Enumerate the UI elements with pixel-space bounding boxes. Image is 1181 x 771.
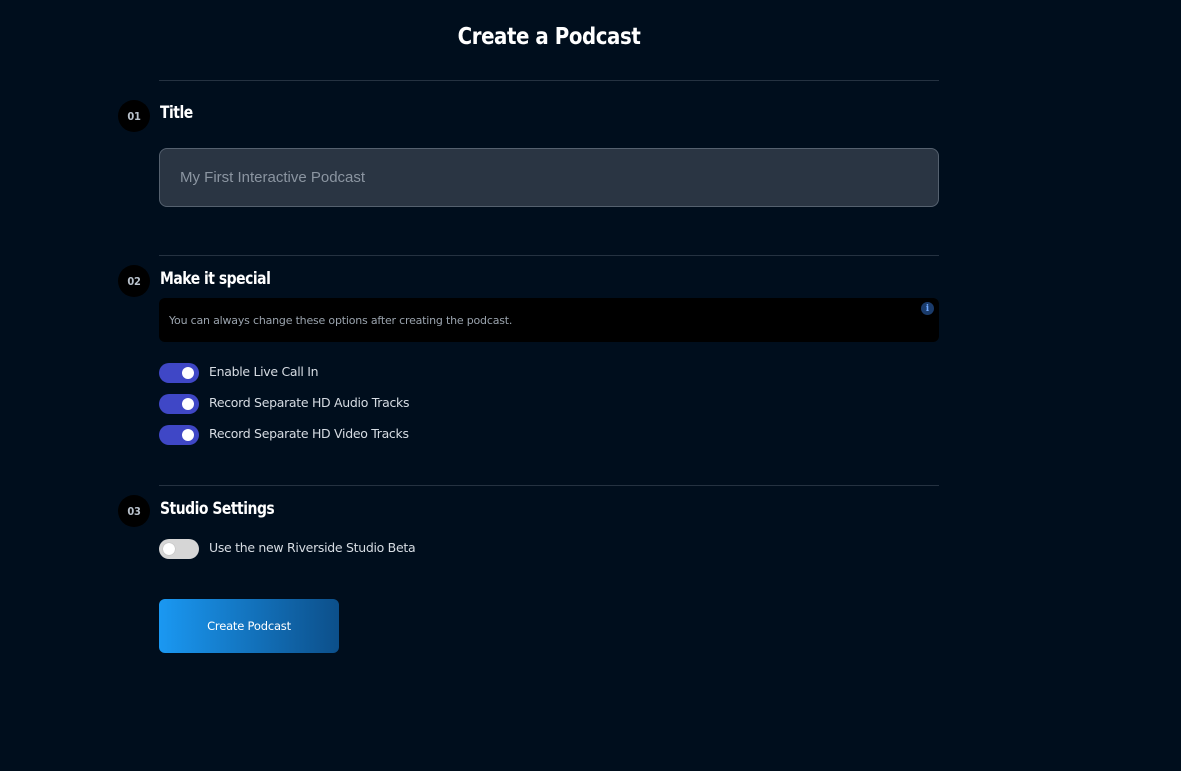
toggle-label: Enable Live Call In <box>209 363 319 379</box>
info-text: You can always change these options afte… <box>169 313 513 327</box>
create-podcast-button[interactable]: Create Podcast <box>159 599 339 653</box>
toggle-row-live-call-in: Enable Live Call In <box>159 363 319 383</box>
toggle-knob <box>182 398 194 410</box>
toggle-row-studio-beta: Use the new Riverside Studio Beta <box>159 539 416 559</box>
info-icon[interactable]: i <box>921 302 934 315</box>
section-heading-title: Title <box>160 103 193 123</box>
toggle-row-hd-audio: Record Separate HD Audio Tracks <box>159 394 409 414</box>
toggle-knob <box>182 367 194 379</box>
page-title: Create a Podcast <box>457 24 641 50</box>
section-heading-studio-settings: Studio Settings <box>160 499 275 519</box>
divider <box>159 255 939 256</box>
live-call-in-toggle[interactable] <box>159 363 199 383</box>
divider <box>159 80 939 81</box>
studio-beta-toggle[interactable] <box>159 539 199 559</box>
toggle-knob <box>182 429 194 441</box>
toggle-knob <box>163 543 175 555</box>
step-badge-02: 02 <box>118 265 150 297</box>
step-badge-03: 03 <box>118 495 150 527</box>
section-heading-make-it-special: Make it special <box>160 269 271 289</box>
toggle-label: Record Separate HD Audio Tracks <box>209 394 410 410</box>
toggle-row-hd-video: Record Separate HD Video Tracks <box>159 425 409 445</box>
toggle-label: Record Separate HD Video Tracks <box>209 425 409 441</box>
create-podcast-page: Create a Podcast 01 Title 02 Make it spe… <box>0 0 1181 771</box>
podcast-title-input[interactable] <box>159 148 939 207</box>
hd-video-tracks-toggle[interactable] <box>159 425 199 445</box>
step-badge-01: 01 <box>118 100 150 132</box>
hd-audio-tracks-toggle[interactable] <box>159 394 199 414</box>
info-box: You can always change these options afte… <box>159 298 939 342</box>
divider <box>159 485 939 486</box>
toggle-label: Use the new Riverside Studio Beta <box>209 539 416 555</box>
